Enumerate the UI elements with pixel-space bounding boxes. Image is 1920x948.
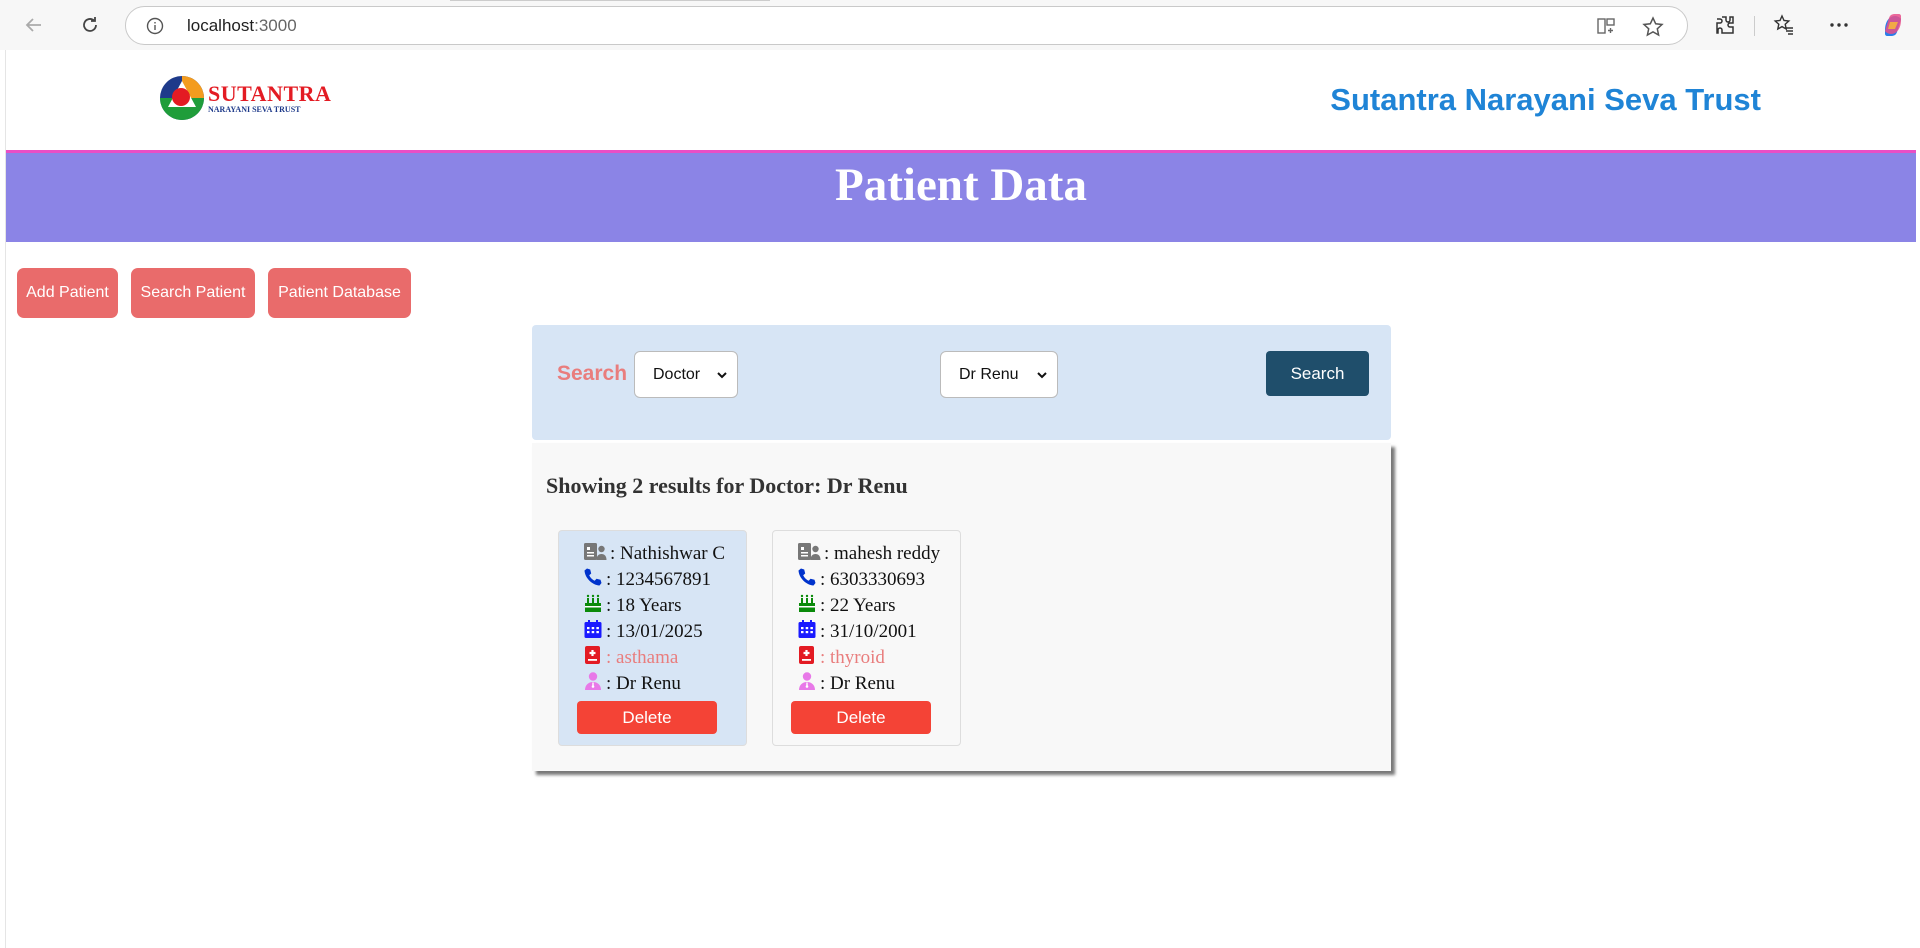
id-card-icon bbox=[583, 540, 610, 568]
patient-doctor: : Dr Renu bbox=[820, 673, 895, 694]
browser-toolbar: localhost:3000 bbox=[0, 0, 1920, 50]
patient-card[interactable]: : mahesh reddy : 6303330693 : 22 Years :… bbox=[772, 530, 961, 746]
search-field-select[interactable]: Doctor bbox=[634, 351, 738, 398]
patient-doctor: : Dr Renu bbox=[606, 673, 681, 694]
page: SUTANTRA NARAYANI SEVA TRUST Sutantra Na… bbox=[5, 50, 1916, 948]
add-patient-button[interactable]: Add Patient bbox=[17, 268, 118, 318]
back-icon[interactable] bbox=[20, 11, 48, 39]
patient-phone-row: : 1234567891 bbox=[583, 567, 711, 593]
patient-disease: : asthama bbox=[606, 647, 679, 668]
address-bar[interactable]: localhost:3000 bbox=[125, 6, 1688, 45]
search-label: Search : bbox=[557, 362, 640, 385]
info-icon[interactable] bbox=[146, 17, 164, 40]
phone-icon bbox=[797, 567, 820, 593]
favorite-star-icon[interactable] bbox=[1642, 16, 1664, 43]
tab-strip-edge bbox=[450, 0, 770, 1]
site-header: SUTANTRA NARAYANI SEVA TRUST Sutantra Na… bbox=[6, 50, 1916, 150]
medical-icon bbox=[797, 645, 820, 671]
patient-age-row: : 18 Years bbox=[583, 593, 681, 619]
patient-age-row: : 22 Years bbox=[797, 593, 895, 619]
trust-name: Sutantra Narayani Seva Trust bbox=[1330, 82, 1761, 117]
results-panel: Showing 2 results for Doctor: Dr Renu : … bbox=[532, 443, 1391, 771]
patient-phone: : 1234567891 bbox=[606, 569, 712, 590]
copilot-icon[interactable] bbox=[1880, 12, 1906, 38]
page-banner: Patient Data bbox=[6, 150, 1916, 242]
cake-icon bbox=[583, 593, 606, 619]
calendar-icon bbox=[583, 619, 606, 645]
cake-icon bbox=[797, 593, 820, 619]
doctor-icon bbox=[583, 671, 606, 697]
more-icon[interactable] bbox=[1826, 12, 1852, 38]
patient-name: : mahesh reddy bbox=[824, 543, 941, 564]
patient-name: : Nathishwar C bbox=[610, 543, 726, 564]
patient-doctor-row: : Dr Renu bbox=[583, 671, 681, 697]
split-screen-icon[interactable] bbox=[1596, 16, 1616, 41]
delete-button[interactable]: Delete bbox=[791, 701, 931, 734]
patient-phone-row: : 6303330693 bbox=[797, 567, 925, 593]
toolbar-separator bbox=[1754, 16, 1755, 36]
chevron-down-icon bbox=[716, 368, 728, 386]
doctor-select[interactable]: Dr Renu bbox=[940, 351, 1058, 398]
medical-icon bbox=[583, 645, 606, 671]
chevron-down-icon bbox=[1036, 368, 1048, 386]
search-button[interactable]: Search bbox=[1266, 351, 1369, 396]
url-port: :3000 bbox=[254, 16, 297, 35]
search-patient-button[interactable]: Search Patient bbox=[131, 268, 255, 318]
url-host: localhost bbox=[187, 16, 255, 35]
patient-date-row: : 31/10/2001 bbox=[797, 619, 917, 645]
logo[interactable]: SUTANTRA NARAYANI SEVA TRUST bbox=[159, 75, 331, 121]
logo-title: SUTANTRA bbox=[208, 80, 332, 106]
delete-button[interactable]: Delete bbox=[577, 701, 717, 734]
patient-name-row: : Nathishwar C bbox=[583, 541, 725, 567]
logo-subtitle: NARAYANI SEVA TRUST bbox=[208, 104, 301, 114]
doctor-icon bbox=[797, 671, 820, 697]
patient-disease: : thyroid bbox=[820, 647, 885, 668]
search-panel: Search : Doctor Dr Renu Search bbox=[532, 325, 1391, 440]
patient-phone: : 6303330693 bbox=[820, 569, 926, 590]
patient-doctor-row: : Dr Renu bbox=[797, 671, 895, 697]
page-title: Patient Data bbox=[835, 159, 1087, 211]
id-card-icon bbox=[797, 540, 824, 568]
patient-date: : 13/01/2025 bbox=[606, 621, 703, 642]
url-text[interactable]: localhost:3000 bbox=[187, 16, 297, 36]
extensions-icon[interactable] bbox=[1712, 12, 1738, 38]
phone-icon bbox=[583, 567, 606, 593]
patient-disease-row: : asthama bbox=[583, 645, 678, 671]
patient-disease-row: : thyroid bbox=[797, 645, 885, 671]
reload-icon[interactable] bbox=[76, 11, 104, 39]
patient-date-row: : 13/01/2025 bbox=[583, 619, 703, 645]
patient-age: : 18 Years bbox=[606, 595, 682, 616]
calendar-icon bbox=[797, 619, 820, 645]
favorites-icon[interactable] bbox=[1771, 12, 1797, 38]
patient-database-button[interactable]: Patient Database bbox=[268, 268, 411, 318]
results-title: Showing 2 results for Doctor: Dr Renu bbox=[546, 473, 908, 498]
patient-card[interactable]: : Nathishwar C : 1234567891 : 18 Years :… bbox=[558, 530, 747, 746]
patient-name-row: : mahesh reddy bbox=[797, 541, 940, 567]
doctor-select-value: Dr Renu bbox=[959, 365, 1019, 383]
patient-age: : 22 Years bbox=[820, 595, 896, 616]
search-field-value: Doctor bbox=[653, 365, 701, 383]
patient-date: : 31/10/2001 bbox=[820, 621, 917, 642]
logo-emblem-icon bbox=[160, 76, 204, 120]
